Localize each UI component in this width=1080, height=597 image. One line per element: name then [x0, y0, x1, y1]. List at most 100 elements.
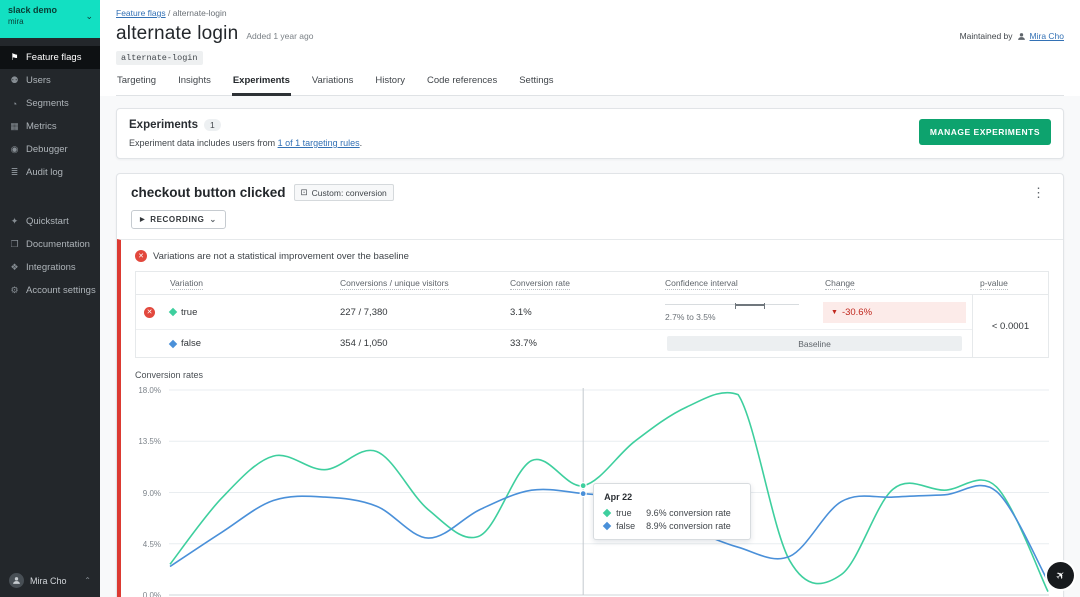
tooltip-series-value: 9.6% conversion rate — [646, 507, 731, 518]
table-header-variation: Variation — [162, 272, 332, 295]
experiment-results-section: ✕ Variations are not a statistical impro… — [117, 239, 1063, 597]
chevron-down-icon: ⌄ — [209, 215, 217, 224]
row-true-status: ✕ — [136, 295, 162, 330]
sidebar-item-audit-log[interactable]: ≣ Audit log — [0, 161, 100, 184]
table-header-conversion-rate: Conversion rate — [502, 272, 657, 295]
conversion-chart-plot[interactable]: Apr 22 true 9.6% conversion rate false 8… — [169, 386, 1049, 596]
flag-age-text: Added 1 year ago — [246, 31, 314, 41]
true-diamond-icon — [602, 508, 612, 517]
paper-plane-icon: ✈ — [1053, 568, 1069, 584]
flag-icon: ⚑ — [10, 52, 19, 62]
breadcrumb: Feature flags / alternate-login — [116, 8, 1064, 18]
experiments-card-title: Experiments — [129, 119, 199, 131]
chart-title: Conversion rates — [135, 370, 204, 380]
baseline-bar: Baseline — [667, 336, 962, 351]
triangle-down-icon: ▼ — [831, 308, 838, 316]
experiments-summary-card: Experiments 1 Experiment data includes u… — [116, 108, 1064, 159]
row-false-conversions: 354 / 1,050 — [340, 338, 388, 349]
sidebar-nav: ⚑ Feature flags ⚉ Users ◔ Segments ▦ Met… — [0, 46, 100, 302]
user-name: Mira Cho — [30, 575, 67, 586]
tab-insights[interactable]: Insights — [177, 75, 212, 95]
quickstart-icon: ✦ — [10, 216, 19, 226]
false-diamond-icon — [602, 521, 612, 530]
sidebar-item-integrations[interactable]: ❖ Integrations — [0, 256, 100, 279]
tooltip-series-value: 8.9% conversion rate — [646, 520, 731, 531]
targeting-rules-link[interactable]: 1 of 1 targeting rules — [278, 138, 360, 148]
chart-tooltip: Apr 22 true 9.6% conversion rate false 8… — [593, 482, 752, 540]
tab-settings[interactable]: Settings — [518, 75, 554, 95]
sidebar-item-account-settings[interactable]: ⚙ Account settings — [0, 279, 100, 302]
audit-log-icon: ≣ — [10, 167, 19, 177]
results-table: Variation Conversions / unique visitors … — [135, 271, 1049, 358]
tab-history[interactable]: History — [374, 75, 406, 95]
sidebar-item-label: Integrations — [26, 262, 76, 273]
tooltip-date: Apr 22 — [604, 491, 633, 502]
maintainer-info: Maintained by Mira Cho — [960, 31, 1064, 41]
sidebar-item-label: Quickstart — [26, 216, 69, 227]
conversion-chart-area: 0.0% 4.5% 9.0% 13.5% 18.0% Apr 22 true 9.6% … — [135, 386, 1049, 597]
true-diamond-icon — [168, 307, 178, 317]
change-value: -30.6% — [841, 306, 873, 318]
tab-code-references[interactable]: Code references — [426, 75, 498, 95]
sidebar-divider — [0, 184, 100, 210]
gear-icon: ⚙ — [10, 285, 19, 295]
sidebar-item-users[interactable]: ⚉ Users — [0, 69, 100, 92]
y-tick-label: 9.0% — [142, 488, 161, 498]
segments-icon: ◔ — [11, 98, 18, 109]
tab-experiments[interactable]: Experiments — [231, 75, 291, 96]
person-icon — [13, 577, 20, 584]
row-true-rate: 3.1% — [502, 295, 657, 330]
sidebar-item-feature-flags[interactable]: ⚑ Feature flags — [0, 46, 100, 69]
play-icon: ▶ — [140, 217, 146, 223]
user-menu[interactable]: Mira Cho ⌃ — [0, 564, 100, 597]
breadcrumb-current: alternate-login — [172, 8, 227, 18]
row-false-status — [136, 330, 162, 357]
sidebar-item-metrics[interactable]: ▦ Metrics — [0, 115, 100, 138]
y-tick-label: 0.0% — [142, 591, 161, 597]
table-header-status — [136, 272, 162, 295]
project-switcher[interactable]: slack demo mira ⌄ — [0, 0, 100, 38]
sidebar-item-debugger[interactable]: ◉ Debugger — [0, 138, 100, 161]
avatar — [9, 573, 24, 588]
chart-y-axis: 0.0% 4.5% 9.0% 13.5% 18.0% — [135, 386, 165, 597]
statistical-warning-text: Variations are not a statistical improve… — [153, 250, 409, 262]
y-tick-label: 4.5% — [142, 539, 161, 549]
sidebar-item-label: Feature flags — [26, 52, 82, 63]
help-beacon-button[interactable]: ✈ — [1047, 562, 1074, 589]
row-true-confidence-interval: 2.7% to 3.5% — [657, 295, 817, 330]
row-false-rate: 33.7% — [510, 338, 537, 349]
variation-label: false — [181, 338, 202, 349]
recording-label: RECORDING — [150, 215, 205, 224]
project-name: slack demo — [8, 5, 58, 15]
tab-targeting[interactable]: Targeting — [116, 75, 157, 95]
y-tick-label: 13.5% — [138, 437, 161, 447]
sidebar-item-label: Metrics — [26, 121, 57, 132]
breadcrumb-link-feature-flags[interactable]: Feature flags — [116, 8, 166, 18]
table-header-confidence-interval: Confidence interval — [657, 272, 817, 295]
sidebar-item-quickstart[interactable]: ✦ Quickstart — [0, 210, 100, 233]
experiments-description: Experiment data includes users from — [129, 138, 278, 148]
manage-experiments-button[interactable]: MANAGE EXPERIMENTS — [918, 119, 1051, 145]
custom-event-icon: ⊡ — [300, 187, 308, 197]
confidence-interval-text: 2.7% to 3.5% — [665, 312, 716, 322]
tooltip-row-false: false 8.9% conversion rate — [602, 520, 740, 531]
integrations-icon: ❖ — [10, 262, 19, 272]
maintained-by-label: Maintained by — [959, 31, 1013, 41]
error-circle-icon: ✕ — [144, 306, 155, 318]
person-icon — [1017, 32, 1025, 40]
chevron-up-icon: ⌃ — [84, 576, 91, 585]
sidebar-item-segments[interactable]: ◔ Segments — [0, 92, 100, 115]
page-title: alternate login — [116, 23, 239, 44]
kebab-menu-icon[interactable]: ⋮ — [1028, 185, 1049, 201]
tab-variations[interactable]: Variations — [311, 75, 355, 95]
flag-key-chip: alternate-login — [116, 51, 203, 65]
table-header-conversions: Conversions / unique visitors — [332, 272, 502, 295]
recording-dropdown-button[interactable]: ▶ RECORDING ⌄ — [131, 210, 226, 229]
error-circle-icon: ✕ — [135, 250, 147, 262]
sidebar-item-documentation[interactable]: ❐ Documentation — [0, 233, 100, 256]
sidebar-item-label: Debugger — [26, 144, 68, 155]
change-chip: ▼ -30.6% — [823, 301, 966, 323]
maintainer-link[interactable]: Mira Cho — [1030, 31, 1064, 41]
false-diamond-icon — [168, 339, 178, 348]
